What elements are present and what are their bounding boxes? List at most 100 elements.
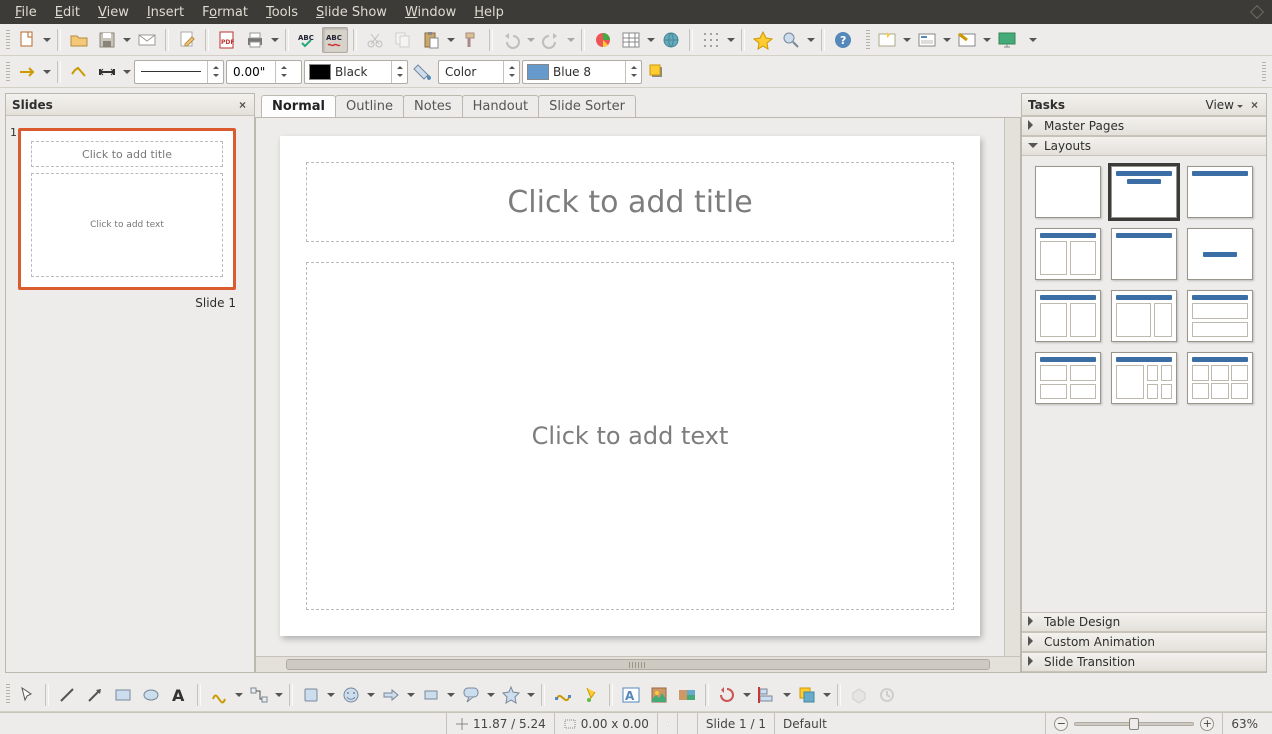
format-paintbrush-button[interactable] bbox=[458, 27, 484, 53]
table-dropdown[interactable] bbox=[646, 34, 656, 46]
fontwork-tool[interactable]: A bbox=[618, 682, 644, 708]
symbol-shapes-dropdown[interactable] bbox=[366, 689, 376, 701]
line-tool[interactable] bbox=[54, 682, 80, 708]
gallery-tool[interactable] bbox=[674, 682, 700, 708]
zoom-percent[interactable]: 63% bbox=[1222, 713, 1266, 734]
tab-outline[interactable]: Outline bbox=[335, 95, 404, 117]
zoom-out-button[interactable]: − bbox=[1054, 717, 1068, 731]
stars-tool[interactable] bbox=[498, 682, 524, 708]
arrow-ends-button[interactable] bbox=[94, 59, 120, 85]
undo-button[interactable] bbox=[498, 27, 524, 53]
grid-dropdown[interactable] bbox=[726, 34, 736, 46]
section-table-design[interactable]: Table Design bbox=[1022, 612, 1266, 632]
auto-spellcheck-button[interactable]: ABC bbox=[322, 27, 348, 53]
section-layouts[interactable]: Layouts bbox=[1022, 136, 1266, 156]
tasks-view-menu[interactable]: View bbox=[1206, 98, 1243, 112]
layout-content-over[interactable] bbox=[1187, 290, 1253, 342]
layout-two-content[interactable] bbox=[1035, 228, 1101, 280]
email-button[interactable] bbox=[134, 27, 160, 53]
menu-tools[interactable]: Tools bbox=[257, 2, 307, 23]
section-slide-transition[interactable]: Slide Transition bbox=[1022, 652, 1266, 672]
block-arrows-dropdown[interactable] bbox=[406, 689, 416, 701]
tasks-panel-close-icon[interactable]: × bbox=[1249, 98, 1260, 112]
toolbar2-end-handle[interactable] bbox=[1262, 62, 1266, 81]
layout-six-content[interactable] bbox=[1187, 352, 1253, 404]
points-tool[interactable] bbox=[550, 682, 576, 708]
layout-content-right[interactable] bbox=[1111, 290, 1177, 342]
horizontal-scrollbar[interactable] bbox=[256, 656, 1020, 672]
slides-panel-close-icon[interactable]: × bbox=[237, 98, 248, 112]
redo-button[interactable] bbox=[538, 27, 564, 53]
ellipse-tool[interactable] bbox=[138, 682, 164, 708]
print-dropdown[interactable] bbox=[270, 34, 280, 46]
hyperlink-button[interactable] bbox=[658, 27, 684, 53]
interaction-tool[interactable] bbox=[874, 682, 900, 708]
layout-blank[interactable] bbox=[1035, 166, 1101, 218]
body-placeholder[interactable]: Click to add text bbox=[306, 262, 954, 610]
new-dropdown[interactable] bbox=[42, 34, 52, 46]
zoom-dropdown[interactable] bbox=[806, 34, 816, 46]
slide-canvas[interactable]: Click to add title Click to add text bbox=[280, 136, 980, 636]
extrusion-tool[interactable] bbox=[846, 682, 872, 708]
tab-notes[interactable]: Notes bbox=[403, 95, 463, 117]
layout-comparison[interactable] bbox=[1111, 352, 1177, 404]
fill-type-combo[interactable]: Color bbox=[438, 60, 520, 84]
fill-color-combo[interactable]: Blue 8 bbox=[522, 60, 642, 84]
line-style-combo[interactable] bbox=[134, 60, 224, 84]
basic-shapes-dropdown[interactable] bbox=[326, 689, 336, 701]
table-button[interactable] bbox=[618, 27, 644, 53]
open-button[interactable] bbox=[66, 27, 92, 53]
menu-slideshow[interactable]: Slide Show bbox=[307, 2, 396, 23]
callouts-tool[interactable] bbox=[458, 682, 484, 708]
curve-dropdown[interactable] bbox=[234, 689, 244, 701]
arrange-dropdown[interactable] bbox=[822, 689, 832, 701]
layout-two-content-header[interactable] bbox=[1035, 290, 1101, 342]
shadow-button[interactable] bbox=[644, 59, 670, 85]
zoom-in-button[interactable]: + bbox=[1200, 717, 1214, 731]
arrange-tool[interactable] bbox=[794, 682, 820, 708]
zoom-slider[interactable] bbox=[1074, 722, 1194, 726]
save-dropdown[interactable] bbox=[122, 34, 132, 46]
slideshow-button[interactable] bbox=[994, 27, 1020, 53]
slide-dropdown[interactable] bbox=[902, 34, 912, 46]
edit-file-button[interactable] bbox=[174, 27, 200, 53]
rotate-tool[interactable] bbox=[714, 682, 740, 708]
help-button[interactable]: ? bbox=[830, 27, 856, 53]
flowchart-tool[interactable] bbox=[418, 682, 444, 708]
status-page-style[interactable]: Default bbox=[774, 713, 835, 734]
toolbar2-handle-icon[interactable] bbox=[6, 62, 10, 81]
menu-view[interactable]: View bbox=[89, 2, 138, 23]
navigator-button[interactable] bbox=[750, 27, 776, 53]
line-arrow-tool[interactable] bbox=[82, 682, 108, 708]
align-dropdown[interactable] bbox=[782, 689, 792, 701]
toolbar-overflow[interactable] bbox=[1028, 34, 1038, 46]
flowchart-dropdown[interactable] bbox=[446, 689, 456, 701]
basic-shapes-tool[interactable] bbox=[298, 682, 324, 708]
spellcheck-button[interactable]: ABC bbox=[294, 27, 320, 53]
arrow-ends-dropdown[interactable] bbox=[122, 66, 132, 78]
menu-window[interactable]: Window bbox=[396, 2, 465, 23]
print-button[interactable] bbox=[242, 27, 268, 53]
toolbar-handle-2-icon[interactable] bbox=[866, 30, 870, 49]
line-width-combo[interactable] bbox=[226, 60, 302, 84]
curve-tool[interactable] bbox=[206, 682, 232, 708]
layout-title-only[interactable] bbox=[1187, 166, 1253, 218]
slide-button[interactable] bbox=[874, 27, 900, 53]
menu-file[interactable]: File bbox=[6, 2, 46, 23]
undo-dropdown[interactable] bbox=[526, 34, 536, 46]
chart-button[interactable] bbox=[590, 27, 616, 53]
rotate-dropdown[interactable] bbox=[742, 689, 752, 701]
window-close-icon[interactable] bbox=[1250, 5, 1264, 19]
block-arrows-tool[interactable] bbox=[378, 682, 404, 708]
menu-format[interactable]: Format bbox=[193, 2, 257, 23]
layout-title-content[interactable] bbox=[1111, 166, 1177, 218]
paste-button[interactable] bbox=[418, 27, 444, 53]
new-button[interactable] bbox=[14, 27, 40, 53]
slide-design-button[interactable] bbox=[914, 27, 940, 53]
arrow-style-dropdown[interactable] bbox=[42, 66, 52, 78]
export-pdf-button[interactable]: PDF bbox=[214, 27, 240, 53]
arrow-style-button[interactable] bbox=[14, 59, 40, 85]
connector-dropdown[interactable] bbox=[274, 689, 284, 701]
menu-insert[interactable]: Insert bbox=[138, 2, 193, 23]
redo-dropdown[interactable] bbox=[566, 34, 576, 46]
